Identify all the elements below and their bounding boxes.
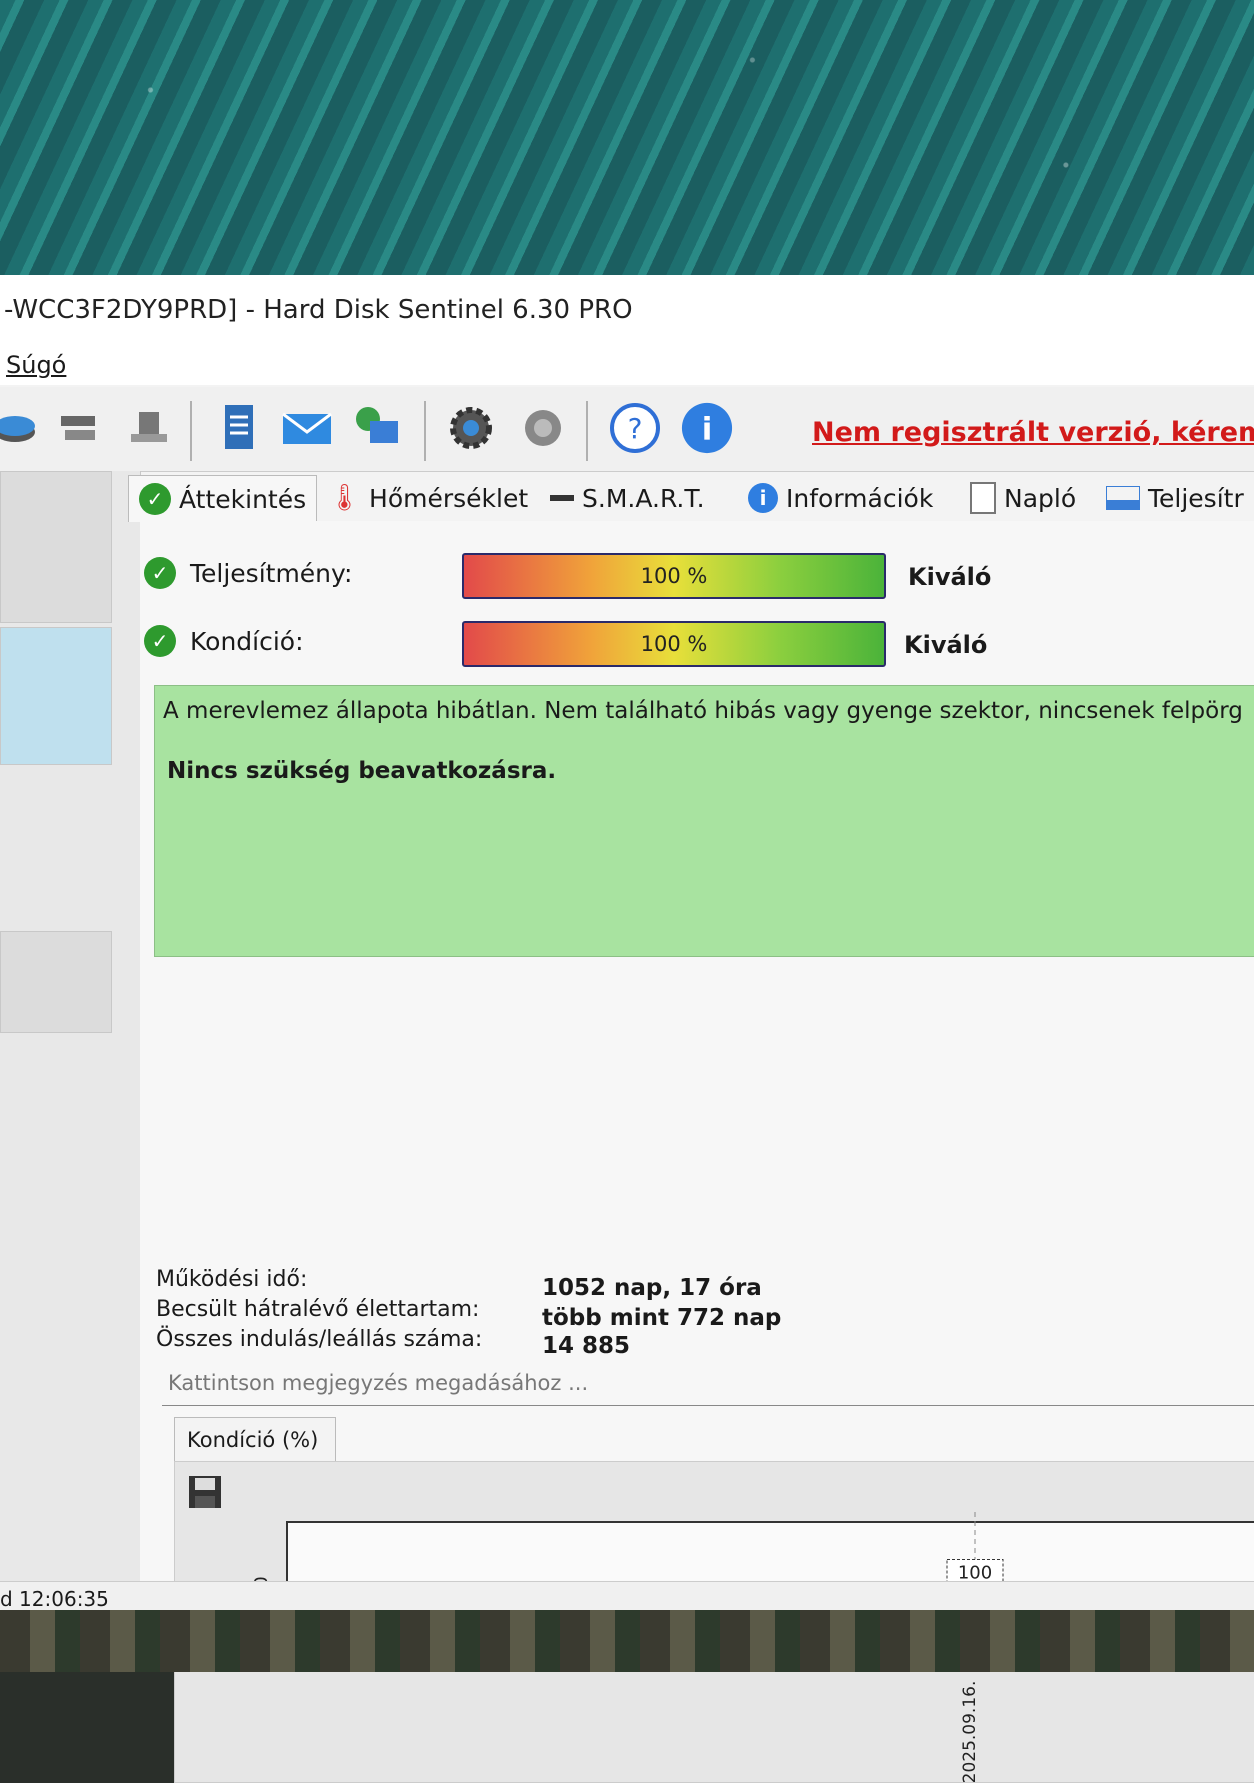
settings-icon[interactable] [444, 401, 498, 455]
toolbar: ? i Nem regisztrált verzió, kérem r [0, 387, 1254, 472]
chart-tab-health[interactable]: Kondíció (%) [174, 1417, 336, 1462]
performance-bar: 100 % [462, 553, 886, 599]
registration-link[interactable]: Nem regisztrált verzió, kérem r [812, 417, 1254, 448]
disk-entry[interactable] [0, 471, 112, 623]
document-icon [970, 482, 996, 514]
tab-information[interactable]: i Információk [748, 475, 933, 521]
tab-label: Napló [1004, 483, 1077, 513]
tab-label: Áttekintés [179, 484, 307, 514]
performance-percent: 100 % [640, 564, 708, 588]
server-icon[interactable] [122, 401, 176, 455]
toolbar-separator [424, 401, 426, 461]
status-text: A merevlemez állapota hibátlan. Nem talá… [163, 698, 1243, 724]
tab-performance[interactable]: Teljesítr [1106, 475, 1244, 521]
tab-label: Információk [786, 483, 934, 513]
desk-background [0, 1610, 1254, 1672]
svg-text:?: ? [628, 412, 643, 445]
tab-label: Hőmérséklet [369, 483, 529, 513]
power-on-value: 1052 nap, 17 óra [542, 1275, 762, 1301]
app-window: -WCC3F2DY9PRD] - Hard Disk Sentinel 6.30… [0, 275, 1254, 1783]
health-percent: 100 % [640, 632, 708, 656]
power-on-label: Működési idő: [156, 1267, 308, 1292]
performance-rating: Kiváló [908, 563, 992, 591]
network-icon[interactable] [350, 401, 404, 455]
tab-label: Teljesítr [1148, 483, 1244, 513]
starts-label: Összes indulás/leállás száma: [156, 1327, 483, 1352]
disk-entry-selected[interactable] [0, 627, 112, 765]
status-action: Nincs szükség beavatkozásra. [167, 758, 557, 784]
tab-overview[interactable]: ✓ Áttekintés [128, 475, 318, 522]
toolbar-separator [190, 401, 192, 461]
menu-bar: Súgó [0, 345, 1254, 385]
lifetime-label: Becsült hátralévő élettartam: [156, 1297, 480, 1322]
toolbar-separator [586, 401, 588, 461]
check-icon: ✓ [144, 557, 176, 589]
overview-panel: ✓ Teljesítmény: 100 % Kiváló ✓ Kondíció:… [140, 521, 1254, 1783]
tab-smart[interactable]: S.M.A.R.T. [550, 475, 705, 521]
disk-entry[interactable] [0, 931, 112, 1033]
health-bar: 100 % [462, 621, 886, 667]
health-rating: Kiváló [904, 631, 988, 659]
report-icon[interactable] [212, 401, 266, 455]
performance-label: Teljesítmény: [190, 558, 353, 588]
speaker-icon[interactable] [516, 401, 570, 455]
desktop-wallpaper [0, 0, 1254, 300]
status-time: d 12:06:35 [0, 1587, 109, 1611]
health-label: Kondíció: [190, 626, 304, 656]
info-icon[interactable]: i [680, 401, 734, 455]
svg-text:i: i [702, 412, 713, 448]
check-icon: ✓ [144, 625, 176, 657]
menu-help[interactable]: Súgó [6, 351, 66, 379]
multi-disk-icon[interactable] [52, 401, 106, 455]
check-icon: ✓ [139, 483, 171, 515]
email-icon[interactable] [280, 401, 334, 455]
info-icon: i [748, 483, 778, 513]
tab-temperature[interactable]: 🌡 Hőmérséklet [328, 475, 528, 521]
graph-icon [1106, 486, 1140, 510]
status-message-box: A merevlemez állapota hibátlan. Nem talá… [154, 685, 1254, 957]
window-title: -WCC3F2DY9PRD] - Hard Disk Sentinel 6.30… [0, 275, 1254, 345]
starts-value: 14 885 [542, 1333, 631, 1359]
x-tick-label: 2025.09.16. [960, 1681, 980, 1782]
tab-label: S.M.A.R.T. [582, 483, 705, 513]
lifetime-value: több mint 772 nap [542, 1305, 782, 1331]
dash-icon [550, 495, 574, 501]
note-input[interactable]: Kattintson megjegyzés megadásához ... [162, 1361, 1254, 1406]
thermometer-icon: 🌡 [328, 483, 362, 513]
help-icon[interactable]: ? [608, 401, 662, 455]
disk-icon[interactable] [0, 401, 42, 455]
disk-list-panel [0, 471, 141, 1581]
tab-log[interactable]: Napló [970, 475, 1076, 521]
health-row: ✓ Kondíció: [144, 625, 304, 657]
performance-row: ✓ Teljesítmény: [144, 557, 352, 589]
tab-bar: ✓ Áttekintés 🌡 Hőmérséklet S.M.A.R.T. i … [128, 475, 1254, 523]
